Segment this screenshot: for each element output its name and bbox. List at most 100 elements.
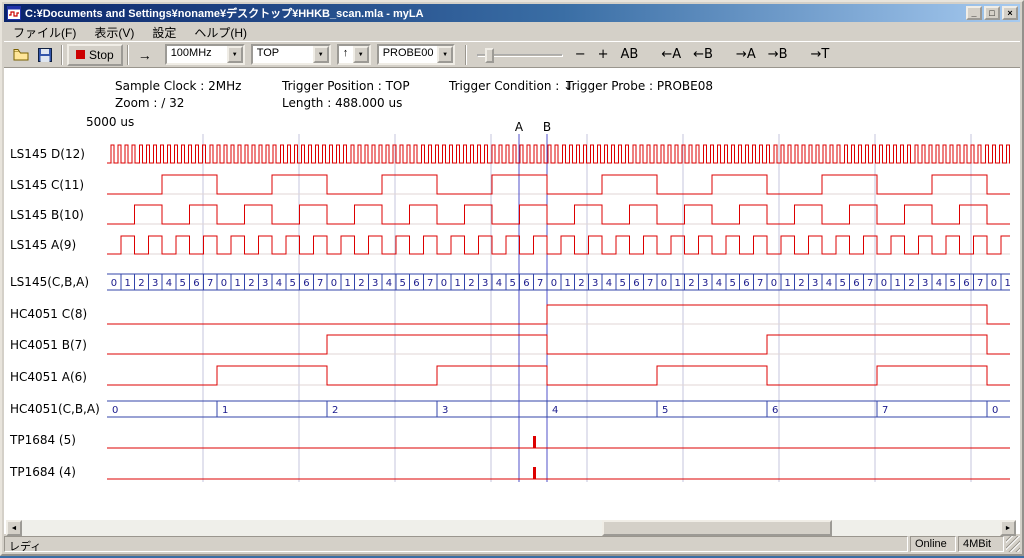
bus-value: 2 bbox=[908, 278, 914, 289]
channel-label: LS145(C,B,A) bbox=[10, 275, 89, 289]
channel-label: LS145 B(10) bbox=[10, 208, 84, 222]
bus-value: 6 bbox=[853, 278, 859, 289]
bus-value: 6 bbox=[193, 278, 199, 289]
bus-value: 7 bbox=[427, 278, 433, 289]
bus-value: 6 bbox=[413, 278, 419, 289]
bus-value: 7 bbox=[757, 278, 763, 289]
bus-value: 4 bbox=[276, 278, 282, 289]
bus-value: 1 bbox=[894, 278, 900, 289]
bus-value: 5 bbox=[399, 278, 405, 289]
bus-value: 0 bbox=[771, 278, 777, 289]
trigger-condition-info: Trigger Condition : ↓ bbox=[449, 79, 573, 93]
bus-value: 4 bbox=[606, 278, 612, 289]
bus-value: 5 bbox=[289, 278, 295, 289]
bus-value: 1 bbox=[344, 278, 350, 289]
bus-value: 2 bbox=[248, 278, 254, 289]
zoom-info: Zoom : / 32 bbox=[115, 96, 184, 110]
bus-value: 2 bbox=[688, 278, 694, 289]
bus-value: 0 bbox=[111, 278, 117, 289]
bus-value: 5 bbox=[179, 278, 185, 289]
bus-value: 6 bbox=[963, 278, 969, 289]
scrollbar-track[interactable] bbox=[22, 520, 1000, 536]
bus-value: 3 bbox=[442, 405, 448, 416]
bus-value: 6 bbox=[772, 405, 778, 416]
channel-label: LS145 C(11) bbox=[10, 178, 84, 192]
bus-value: 2 bbox=[332, 405, 338, 416]
bus-value: 3 bbox=[152, 278, 158, 289]
bus-value: 6 bbox=[303, 278, 309, 289]
channel-label: HC4051 C(8) bbox=[10, 307, 87, 321]
bus-value: 5 bbox=[839, 278, 845, 289]
bus-value: 2 bbox=[138, 278, 144, 289]
cursor-b-label: B bbox=[543, 120, 551, 134]
time-scale-label: 5000 us bbox=[86, 115, 134, 129]
bus-value: 6 bbox=[743, 278, 749, 289]
bus-value: 1 bbox=[674, 278, 680, 289]
bus-value: 0 bbox=[441, 278, 447, 289]
bus-value: 6 bbox=[523, 278, 529, 289]
bus-value: 3 bbox=[702, 278, 708, 289]
bus-value: 7 bbox=[977, 278, 983, 289]
bus-value: 3 bbox=[922, 278, 928, 289]
bus-value: 1 bbox=[784, 278, 790, 289]
channel-label: HC4051 B(7) bbox=[10, 338, 87, 352]
channel-label: HC4051(C,B,A) bbox=[10, 402, 100, 416]
bus-value: 7 bbox=[647, 278, 653, 289]
channel-label: HC4051 A(6) bbox=[10, 370, 87, 384]
bus-value: 5 bbox=[662, 405, 668, 416]
bus-value: 4 bbox=[166, 278, 172, 289]
bus-value: 3 bbox=[592, 278, 598, 289]
horizontal-scrollbar[interactable]: ◄ ► bbox=[6, 520, 1016, 536]
bus-value: 0 bbox=[661, 278, 667, 289]
bus-value: 3 bbox=[812, 278, 818, 289]
bus-value: 0 bbox=[991, 278, 997, 289]
channel-label: TP1684 (4) bbox=[9, 465, 76, 479]
bus-value: 4 bbox=[826, 278, 832, 289]
trigger-probe-info: Trigger Probe : PROBE08 bbox=[566, 79, 713, 93]
bus-value: 3 bbox=[482, 278, 488, 289]
bus-value: 2 bbox=[578, 278, 584, 289]
bus-value: 7 bbox=[867, 278, 873, 289]
bus-value: 1 bbox=[222, 405, 228, 416]
bus-value: 1 bbox=[234, 278, 240, 289]
bus-value: 5 bbox=[949, 278, 955, 289]
bus-value: 4 bbox=[936, 278, 942, 289]
app-window: C:¥Documents and Settings¥noname¥デスクトップ¥… bbox=[0, 0, 1024, 556]
bus-value: 5 bbox=[619, 278, 625, 289]
bus-value: 4 bbox=[386, 278, 392, 289]
bus-value: 3 bbox=[262, 278, 268, 289]
trigger-pulse bbox=[533, 467, 536, 479]
bus-value: 1 bbox=[564, 278, 570, 289]
scrollbar-thumb[interactable] bbox=[602, 520, 832, 536]
bus-value: 1 bbox=[124, 278, 130, 289]
bus-value: 0 bbox=[331, 278, 337, 289]
bus-value: 0 bbox=[112, 405, 118, 416]
bus-value: 1 bbox=[454, 278, 460, 289]
bus-value: 0 bbox=[992, 405, 998, 416]
sample-clock-info: Sample Clock : 2MHz bbox=[115, 79, 241, 93]
bus-value: 7 bbox=[882, 405, 888, 416]
bus-value: 6 bbox=[633, 278, 639, 289]
bus-value: 4 bbox=[552, 405, 558, 416]
bus-value: 2 bbox=[358, 278, 364, 289]
bus-value: 5 bbox=[729, 278, 735, 289]
trigger-position-info: Trigger Position : TOP bbox=[282, 79, 410, 93]
scroll-left-button[interactable]: ◄ bbox=[6, 520, 22, 536]
bus-value: 7 bbox=[537, 278, 543, 289]
length-info: Length : 488.000 us bbox=[282, 96, 402, 110]
bus-value: 1 bbox=[1004, 278, 1010, 289]
bus-value: 4 bbox=[496, 278, 502, 289]
bus-value: 2 bbox=[798, 278, 804, 289]
bus-value: 7 bbox=[207, 278, 213, 289]
cursor-a-label: A bbox=[515, 120, 524, 134]
bus-value: 5 bbox=[509, 278, 515, 289]
channel-label: TP1684 (5) bbox=[9, 433, 76, 447]
bus-value: 2 bbox=[468, 278, 474, 289]
bus-value: 0 bbox=[221, 278, 227, 289]
scroll-right-button[interactable]: ► bbox=[1000, 520, 1016, 536]
bus-value: 3 bbox=[372, 278, 378, 289]
channel-label: LS145 D(12) bbox=[10, 147, 85, 161]
bus-value: 7 bbox=[317, 278, 323, 289]
bus-value: 0 bbox=[551, 278, 557, 289]
bus-value: 0 bbox=[881, 278, 887, 289]
